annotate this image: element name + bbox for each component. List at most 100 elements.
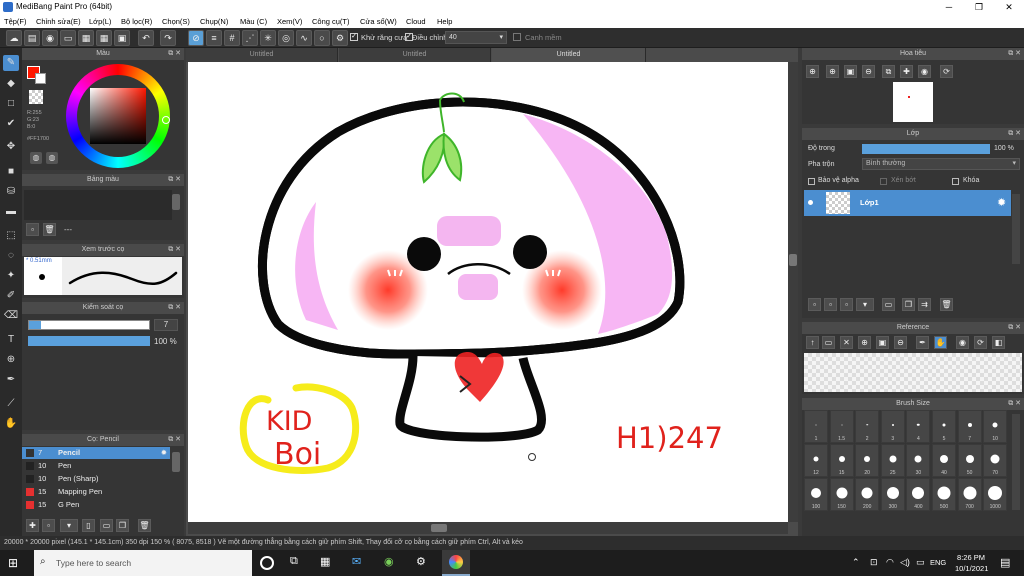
brush-menu-icon[interactable]: ▾: [60, 519, 78, 532]
rotate-icon[interactable]: ◉: [956, 336, 969, 349]
new-file-icon[interactable]: ▤: [24, 30, 40, 46]
brush-size-option[interactable]: 500: [932, 478, 956, 511]
brush-item[interactable]: 15 Mapping Pen: [22, 486, 170, 498]
brush-item[interactable]: 15 G Pen: [22, 499, 170, 511]
eyedropper-tool-icon[interactable]: ✒: [3, 372, 19, 388]
redo-icon[interactable]: ↷: [160, 30, 176, 46]
divide-tool-icon[interactable]: ⟋: [3, 396, 19, 412]
brush-size-option[interactable]: 100: [804, 478, 828, 511]
panel-icon[interactable]: ▦: [78, 30, 94, 46]
brush-size-option[interactable]: 7: [957, 410, 982, 443]
layout-icon[interactable]: ▣: [114, 30, 130, 46]
tab-untitled-3[interactable]: Untitled: [492, 48, 646, 62]
panel-controls-icon[interactable]: ⧉ ✕: [1008, 48, 1021, 60]
flip-icon[interactable]: ⧉: [882, 65, 895, 78]
layer-opacity-slider[interactable]: [862, 144, 990, 154]
duplicate-layer-icon[interactable]: ❐: [902, 298, 915, 311]
scrollbar[interactable]: [1012, 194, 1020, 264]
clock[interactable]: 8:26 PM 10/1/2021: [955, 553, 988, 573]
battery-icon[interactable]: ▭: [916, 557, 925, 568]
brush-size-option[interactable]: 150: [829, 478, 854, 511]
vertical-scrollbar[interactable]: [788, 62, 798, 522]
brush-size-option[interactable]: 700: [957, 478, 982, 511]
scrollbar[interactable]: [1012, 414, 1020, 510]
fit-icon[interactable]: ▣: [844, 65, 857, 78]
new-8bit-layer-icon[interactable]: ▫: [840, 298, 853, 311]
secondary-color-swatch[interactable]: [35, 73, 46, 84]
menu-filter[interactable]: Bộ lọc(R): [121, 17, 152, 26]
brush-size-option[interactable]: 2: [855, 410, 880, 443]
menu-capture[interactable]: Chụp(N): [200, 17, 228, 26]
delete-brush-icon[interactable]: 🗑: [138, 519, 151, 532]
chat-icon[interactable]: ▭: [60, 30, 76, 46]
add-palette-icon[interactable]: ▫: [26, 223, 39, 236]
delete-layer-icon[interactable]: 🗑: [940, 298, 953, 311]
radial-snap-icon[interactable]: ✳: [260, 30, 276, 46]
maximize-button[interactable]: ❐: [964, 0, 994, 14]
palette-list[interactable]: [24, 190, 172, 220]
lasso-tool-icon[interactable]: ◌: [3, 248, 19, 264]
select-tool-icon[interactable]: ⬚: [3, 228, 19, 244]
navigator-thumbnail[interactable]: [893, 82, 933, 122]
menu-tools[interactable]: Công cụ(T): [312, 17, 350, 26]
new-brush-icon[interactable]: ▫: [42, 519, 55, 532]
brush-size-option[interactable]: 40: [932, 444, 956, 477]
horizontal-scrollbar[interactable]: [188, 522, 788, 534]
cross-snap-icon[interactable]: #: [224, 30, 240, 46]
menu-cloud[interactable]: Cloud: [406, 17, 426, 26]
duplicate-brush-icon[interactable]: ▯: [82, 519, 95, 532]
brush-size-option[interactable]: 5: [932, 410, 956, 443]
reference-view[interactable]: [804, 353, 1022, 392]
correction-select[interactable]: 40 ▾: [445, 31, 507, 44]
grid-icon[interactable]: ▦: [96, 30, 112, 46]
task-view-icon[interactable]: ⧉: [290, 555, 298, 568]
panel-controls-icon[interactable]: ⧉ ✕: [1008, 322, 1021, 334]
refresh-icon[interactable]: ⟳: [974, 336, 987, 349]
brush-size-option[interactable]: 10: [983, 410, 1008, 443]
new-layer-icon[interactable]: ▫: [808, 298, 821, 311]
zoom-in-icon[interactable]: ⊕: [806, 65, 819, 78]
mail-icon[interactable]: ✉: [352, 555, 361, 568]
magic-wand-icon[interactable]: ✔: [3, 116, 19, 132]
clipping-checkbox[interactable]: [880, 178, 887, 185]
brush-size-option[interactable]: 50: [957, 444, 982, 477]
menu-view[interactable]: Xem(V): [277, 17, 302, 26]
brush-size-option[interactable]: 400: [906, 478, 931, 511]
settings-gear-icon[interactable]: ⚙: [416, 555, 426, 568]
brush-item[interactable]: 7 Pencil ✹: [22, 447, 170, 459]
concentric-snap-icon[interactable]: ◎: [278, 30, 294, 46]
brush-size-option[interactable]: 200: [855, 478, 880, 511]
close-button[interactable]: ✕: [994, 0, 1024, 14]
tab-untitled-2[interactable]: Untitled: [339, 48, 491, 62]
blend-mode-select[interactable]: Bình thường ▾: [862, 158, 1020, 170]
taskbar-search[interactable]: ⌕ Type here to search: [34, 550, 252, 576]
app-green-icon[interactable]: ◉: [384, 555, 394, 568]
menu-edit[interactable]: Chỉnh sửa(E): [36, 17, 81, 26]
brush-size-option[interactable]: 70: [983, 444, 1008, 477]
settings-icon[interactable]: ⚙: [332, 30, 348, 46]
brush-size-option[interactable]: 25: [880, 444, 905, 477]
parallel-snap-icon[interactable]: ≡: [206, 30, 222, 46]
perspective-snap-icon[interactable]: ⋰: [242, 30, 258, 46]
brush-size-option[interactable]: 12: [804, 444, 828, 477]
merge-layer-icon[interactable]: ⇉: [918, 298, 931, 311]
volume-icon[interactable]: ◁): [900, 557, 910, 568]
brush-item[interactable]: 10 Pen: [22, 460, 170, 472]
circle-snap-icon[interactable]: ○: [314, 30, 330, 46]
brush-size-option[interactable]: 3: [880, 410, 905, 443]
wifi-icon[interactable]: ◠: [886, 557, 894, 568]
bucket-tool-icon[interactable]: ⛁: [3, 184, 19, 200]
brush-size-option[interactable]: 1: [804, 410, 828, 443]
protect-alpha-checkbox[interactable]: [808, 178, 815, 185]
brush-size-option[interactable]: 300: [880, 478, 905, 511]
brush-tool-icon[interactable]: ✎: [3, 55, 19, 71]
select-eraser-icon[interactable]: ⌫: [3, 308, 19, 324]
text-tool-icon[interactable]: T: [3, 332, 19, 348]
minimize-button[interactable]: ─: [934, 0, 964, 14]
brush-size-option[interactable]: 30: [906, 444, 931, 477]
operation-tool-icon[interactable]: ⊕: [3, 352, 19, 368]
menu-select[interactable]: Chọn(S): [162, 17, 190, 26]
copy-brush-icon[interactable]: ❐: [116, 519, 129, 532]
eye-icon[interactable]: [808, 200, 813, 205]
drawing-canvas[interactable]: KID Boi H1)247: [188, 62, 788, 522]
